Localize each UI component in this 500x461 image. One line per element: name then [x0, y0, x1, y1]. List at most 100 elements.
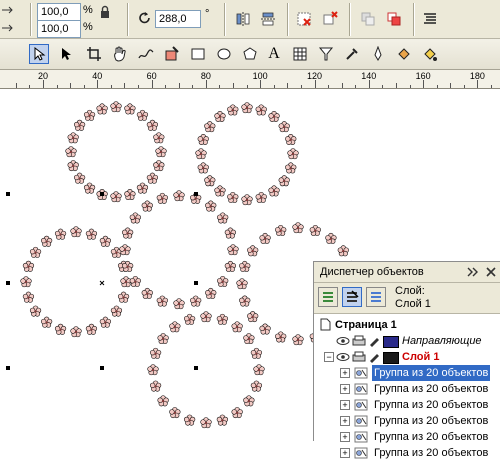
page-label: Страница 1: [335, 319, 397, 331]
tree-group-row[interactable]: + Группа из 20 объектов: [314, 429, 500, 445]
selection-handle[interactable]: [194, 192, 198, 196]
tree-group-row[interactable]: + Группа из 20 объектов: [314, 413, 500, 429]
selection-handle[interactable]: [6, 281, 10, 285]
ruler-minor-tick: [273, 85, 275, 88]
flower: [236, 278, 248, 290]
group-label: Группа из 20 объектов: [374, 399, 489, 411]
convert-icon[interactable]: [320, 9, 340, 29]
separator: [287, 3, 289, 36]
selection-handle[interactable]: [6, 192, 10, 196]
ruler-minor-tick: [382, 85, 384, 88]
lock-icon[interactable]: [97, 4, 113, 20]
close-icon[interactable]: [486, 267, 496, 277]
pencil-icon[interactable]: [368, 351, 380, 363]
selection-handle[interactable]: [100, 366, 104, 370]
tree-group-row[interactable]: + Группа из 20 объектов: [314, 445, 500, 461]
blend-tool-icon[interactable]: [316, 44, 336, 64]
flower: [155, 146, 167, 158]
ruler-minor-tick: [355, 85, 357, 88]
polygon-tool-icon[interactable]: [240, 44, 260, 64]
group-icon[interactable]: [358, 9, 378, 29]
rectangle-tool-icon[interactable]: [188, 44, 208, 64]
show-properties-icon[interactable]: [318, 287, 338, 307]
flower: [241, 102, 253, 114]
mirror-v-icon[interactable]: [258, 9, 278, 29]
text-tool-icon[interactable]: A: [264, 44, 284, 64]
outline-tool-icon[interactable]: [368, 44, 388, 64]
flower: [73, 172, 86, 184]
tree-group-row[interactable]: + Группа из 20 объектов: [314, 365, 500, 381]
expand-toggle[interactable]: +: [340, 400, 350, 410]
eye-icon[interactable]: [336, 352, 350, 362]
expand-toggle[interactable]: +: [340, 432, 350, 442]
tree-layer1-row[interactable]: − Слой 1: [314, 349, 500, 365]
freehand-tool-icon[interactable]: [136, 44, 156, 64]
expand-toggle[interactable]: +: [340, 384, 350, 394]
ruler-tick: [450, 83, 452, 88]
collapse-icon[interactable]: [467, 267, 479, 277]
ungroup-icon[interactable]: [384, 9, 404, 29]
ruler-minor-tick: [409, 85, 411, 88]
flower: [147, 364, 159, 376]
layer-manager-view-icon[interactable]: [366, 287, 386, 307]
options-icon[interactable]: [420, 9, 440, 29]
flower: [22, 291, 35, 303]
flower: [253, 364, 265, 376]
flower: [268, 111, 280, 122]
selection-handle[interactable]: [100, 192, 104, 196]
printer-icon[interactable]: [352, 335, 366, 347]
flower: [149, 347, 162, 359]
size-arrow-icon: [0, 4, 16, 16]
eye-icon[interactable]: [336, 336, 350, 346]
pick-tool-icon[interactable]: [29, 44, 49, 64]
ruler-label: 40: [92, 71, 103, 81]
ruler-label: 80: [200, 71, 211, 81]
expand-toggle[interactable]: +: [340, 416, 350, 426]
ruler-tick: [151, 80, 153, 88]
table-tool-icon[interactable]: [290, 44, 310, 64]
property-bar: % % °: [0, 0, 500, 39]
flower: [122, 227, 134, 239]
delete-icon[interactable]: [294, 9, 314, 29]
percent-label-1: %: [83, 4, 93, 16]
flower: [85, 228, 98, 240]
flower: [124, 189, 136, 200]
edit-across-layers-icon[interactable]: [342, 287, 362, 307]
scale-width-input[interactable]: [37, 3, 81, 21]
smart-fill-icon[interactable]: [162, 44, 182, 64]
flower: [40, 235, 53, 247]
selection-handle[interactable]: [194, 366, 198, 370]
tree-page-row[interactable]: Страница 1: [314, 317, 500, 333]
tree-group-row[interactable]: + Группа из 20 объектов: [314, 381, 500, 397]
toolbox: A: [0, 39, 500, 70]
tree-group-row[interactable]: + Группа из 20 объектов: [314, 397, 500, 413]
selection-handle[interactable]: [194, 281, 198, 285]
printer-icon[interactable]: [352, 351, 366, 363]
interactive-fill-icon[interactable]: [420, 44, 440, 64]
pan-tool-icon[interactable]: [110, 44, 130, 64]
flower: [214, 185, 226, 197]
flower: [337, 245, 349, 257]
fill-tool-icon[interactable]: [394, 44, 414, 64]
ellipse-tool-icon[interactable]: [214, 44, 234, 64]
flower: [73, 119, 86, 131]
ruler-label: 160: [415, 71, 431, 81]
crop-tool-icon[interactable]: [84, 44, 104, 64]
eyedropper-icon[interactable]: [342, 44, 362, 64]
ruler-tick: [178, 83, 180, 88]
tree-guides-row[interactable]: Направляющие: [314, 333, 500, 349]
group-object-icon: [354, 367, 368, 379]
ruler-tick: [341, 83, 343, 88]
expand-toggle[interactable]: +: [340, 448, 350, 458]
pencil-icon[interactable]: [368, 335, 380, 347]
expand-toggle[interactable]: +: [340, 368, 350, 378]
percent-label-2: %: [83, 21, 93, 33]
mirror-h-icon[interactable]: [233, 9, 253, 29]
ruler-minor-tick: [110, 85, 112, 88]
collapse-toggle[interactable]: −: [324, 352, 334, 362]
rotation-input[interactable]: [155, 10, 201, 28]
scale-height-input[interactable]: [37, 20, 81, 38]
flower: [200, 311, 212, 323]
selection-handle[interactable]: [6, 366, 10, 370]
shape-tool-icon[interactable]: [56, 44, 76, 64]
